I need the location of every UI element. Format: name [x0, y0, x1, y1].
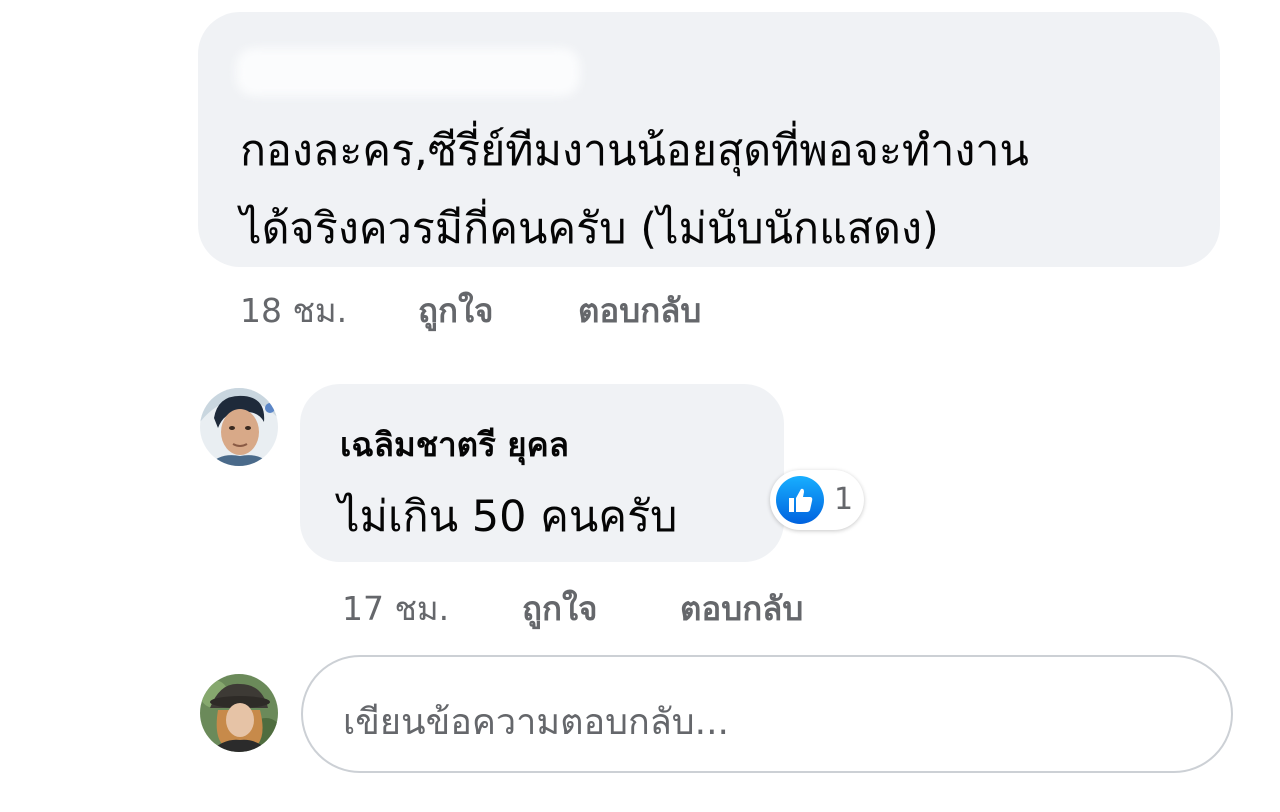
- reaction-count: 1: [834, 482, 854, 517]
- reaction-badge[interactable]: 1: [770, 470, 864, 530]
- comment-author-name-blurred[interactable]: [236, 48, 580, 96]
- reply-reply-button[interactable]: ตอบกลับ: [680, 582, 803, 635]
- reply-input-placeholder: เขียนข้อความตอบกลับ...: [343, 702, 729, 743]
- comment-text: กองละคร,ซีรี่ย์ทีมงานน้อยสุดที่พอจะทำงาน…: [240, 112, 1200, 268]
- comment-like-button[interactable]: ถูกใจ: [418, 284, 493, 337]
- comment-timestamp[interactable]: 18 ชม.: [240, 284, 347, 337]
- comment-bubble: กองละคร,ซีรี่ย์ทีมงานน้อยสุดที่พอจะทำงาน…: [198, 12, 1220, 267]
- comment-text-line-1: กองละคร,ซีรี่ย์ทีมงานน้อยสุดที่พอจะทำงาน: [240, 126, 1029, 176]
- comment-reply-button[interactable]: ตอบกลับ: [578, 284, 701, 337]
- like-icon: [776, 476, 824, 524]
- reply-like-button[interactable]: ถูกใจ: [522, 582, 597, 635]
- comment-text-line-2: ได้จริงควรมีกี่คนครับ (ไม่นับนักแสดง): [240, 204, 939, 254]
- reply-input[interactable]: เขียนข้อความตอบกลับ...: [301, 655, 1233, 773]
- reply-bubble: เฉลิมชาตรี ยุคล ไม่เกิน 50 คนครับ: [300, 384, 784, 562]
- current-user-avatar[interactable]: [200, 674, 278, 752]
- reply-author-avatar[interactable]: [200, 388, 278, 466]
- comment-thread: กองละคร,ซีรี่ย์ทีมงานน้อยสุดที่พอจะทำงาน…: [0, 0, 1280, 812]
- reply-author-name[interactable]: เฉลิมชาตรี ยุคล: [340, 418, 569, 471]
- reply-timestamp[interactable]: 17 ชม.: [342, 582, 449, 635]
- reply-text: ไม่เกิน 50 คนครับ: [338, 492, 678, 542]
